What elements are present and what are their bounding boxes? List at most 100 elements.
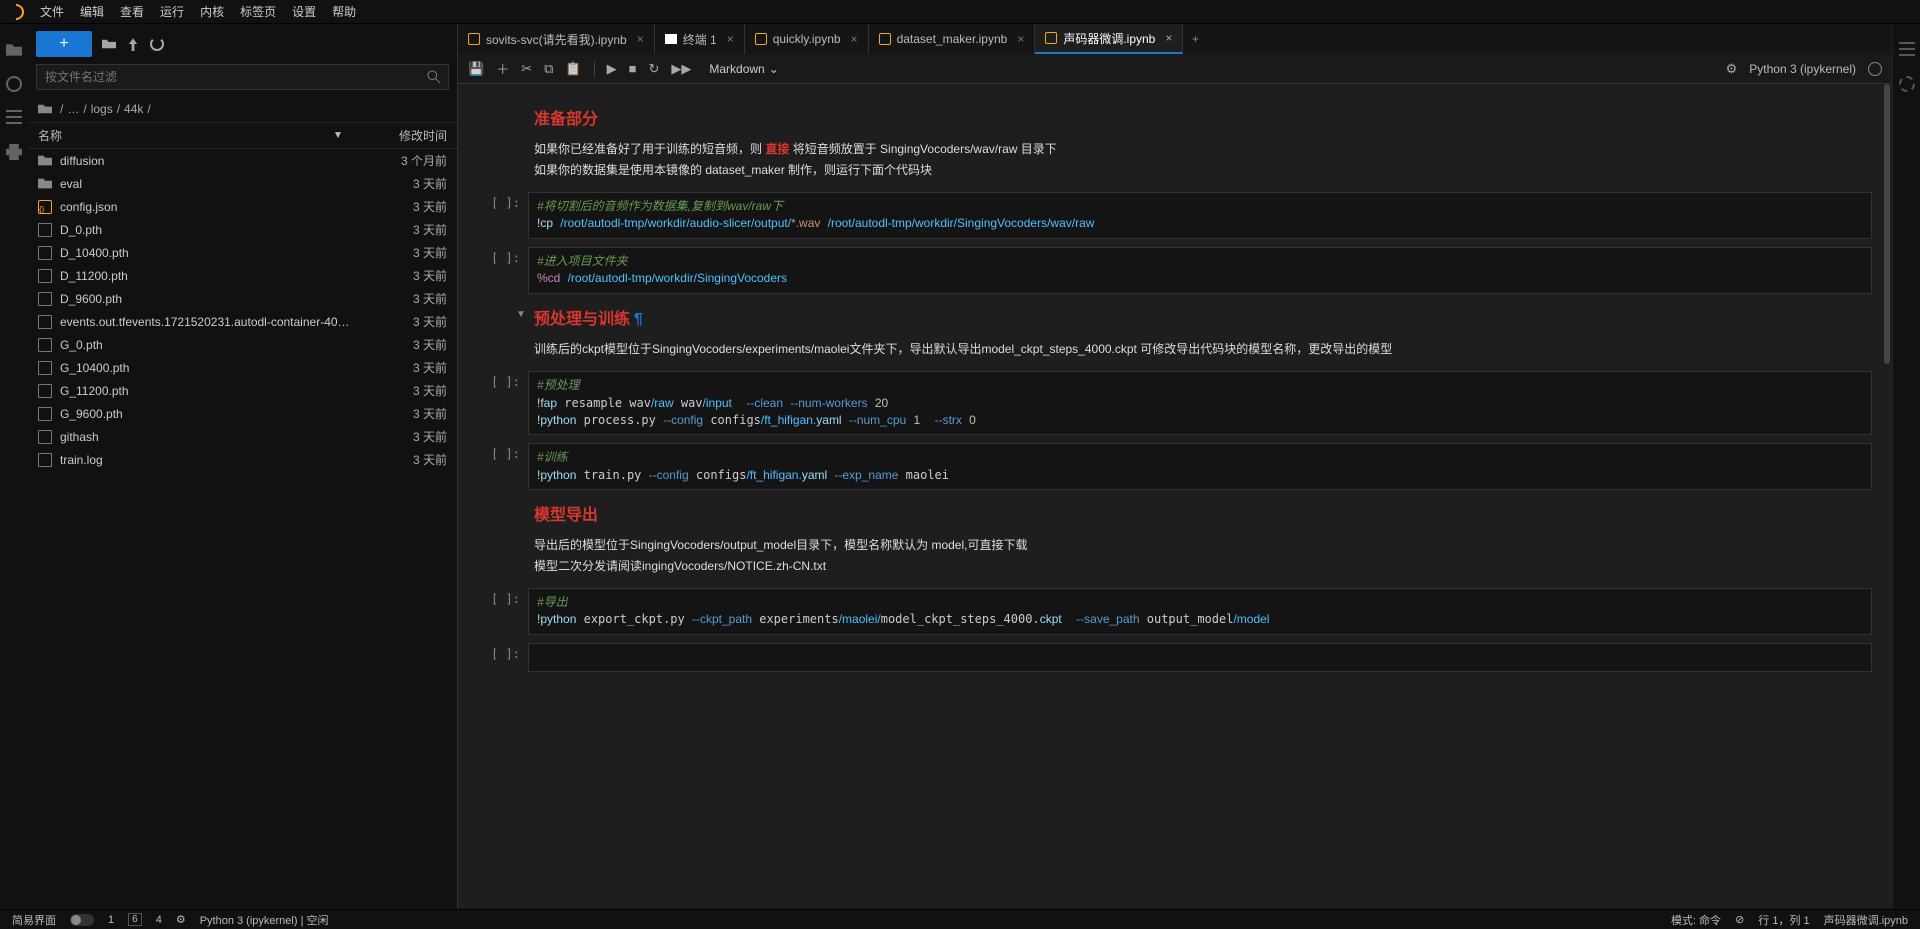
code-editor[interactable]: #训练 !python train.py --config configs/ft… — [528, 443, 1872, 490]
file-mod: 3 天前 — [351, 198, 447, 215]
file-row[interactable]: G_11200.pth3 天前 — [28, 379, 457, 402]
code-cell[interactable]: [ ]: #训练 !python train.py --config confi… — [468, 443, 1872, 490]
file-row[interactable]: events.out.tfevents.1721520231.autodl-co… — [28, 310, 457, 333]
close-icon[interactable]: × — [1017, 32, 1024, 46]
breadcrumb[interactable]: / …/ logs/ 44k/ — [28, 96, 457, 122]
menu-settings[interactable]: 设置 — [292, 3, 316, 20]
status-kernel[interactable]: Python 3 (ipykernel) | 空闲 — [200, 912, 329, 928]
status-simple[interactable]: 简易界面 — [12, 912, 56, 928]
file-row[interactable]: eval3 天前 — [28, 172, 457, 195]
cut-icon[interactable]: ✂ — [521, 61, 532, 77]
collapse-icon[interactable]: ▼ — [516, 306, 526, 323]
simple-toggle[interactable] — [70, 914, 94, 926]
restart-icon[interactable]: ↻ — [648, 61, 659, 77]
file-name: config.json — [60, 200, 351, 214]
new-folder-icon[interactable] — [102, 37, 116, 51]
file-mod: 3 天前 — [351, 428, 447, 445]
stop-icon[interactable]: ■ — [629, 61, 637, 76]
notebook[interactable]: 准备部分 如果你已经准备好了用于训练的短音频，则 直接 将短音频放置于 Sing… — [458, 84, 1892, 909]
code-cell[interactable]: [ ]: #导出 !python export_ckpt.py --ckpt_p… — [468, 588, 1872, 635]
menu-kernel[interactable]: 内核 — [200, 3, 224, 20]
paste-icon[interactable]: 📋 — [565, 61, 581, 77]
status-bar: 简易界面 1 6 4 ⚙ Python 3 (ipykernel) | 空闲 模… — [0, 909, 1920, 929]
filter-input[interactable] — [36, 64, 449, 90]
upload-icon[interactable] — [126, 37, 140, 51]
menu-file[interactable]: 文件 — [40, 3, 64, 20]
menu-run[interactable]: 运行 — [160, 3, 184, 20]
scrollbar-thumb[interactable] — [1884, 84, 1890, 364]
status-count1: 1 — [108, 914, 114, 926]
menu-tabs[interactable]: 标签页 — [240, 3, 276, 20]
run-icon[interactable]: ▶ — [607, 61, 617, 77]
refresh-icon[interactable] — [150, 37, 164, 51]
file-mod: 3 天前 — [351, 244, 447, 261]
extensions-icon[interactable] — [6, 144, 22, 160]
code-cell[interactable]: [ ]: #将切割后的音频作为数据集,复制到wav/raw下 !cp /root… — [468, 192, 1872, 239]
chevron-down-icon: ⌄ — [769, 62, 779, 76]
code-editor[interactable]: #导出 !python export_ckpt.py --ckpt_path e… — [528, 588, 1872, 635]
toc-icon[interactable] — [6, 110, 22, 126]
file-mod: 3 天前 — [351, 359, 447, 376]
menu-edit[interactable]: 编辑 — [80, 3, 104, 20]
sort-arrow-icon: ▴ — [335, 129, 341, 143]
tab[interactable]: sovits-svc(请先看我).ipynb× — [458, 24, 655, 54]
tab[interactable]: 声码器微调.ipynb× — [1035, 24, 1183, 54]
menu-help[interactable]: 帮助 — [332, 3, 356, 20]
code-cell[interactable]: [ ]: #预处理 !fap resample wav/raw wav/inpu… — [468, 371, 1872, 435]
close-icon[interactable]: × — [637, 32, 644, 46]
code-editor[interactable]: #进入项目文件夹 %cd /root/autodl-tmp/workdir/Si… — [528, 247, 1872, 294]
status-gear-icon[interactable]: ⚙ — [176, 913, 186, 926]
file-row[interactable]: G_0.pth3 天前 — [28, 333, 457, 356]
code-editor[interactable]: #预处理 !fap resample wav/raw wav/input --c… — [528, 371, 1872, 435]
kernel-name[interactable]: Python 3 (ipykernel) — [1749, 62, 1856, 76]
file-row[interactable]: D_9600.pth3 天前 — [28, 287, 457, 310]
running-icon[interactable] — [6, 76, 22, 92]
file-row[interactable]: D_11200.pth3 天前 — [28, 264, 457, 287]
tab[interactable]: 终端 1× — [655, 24, 745, 54]
close-icon[interactable]: × — [727, 32, 734, 46]
file-row[interactable]: githash3 天前 — [28, 425, 457, 448]
bug-icon[interactable]: ⚙ — [1726, 61, 1738, 77]
file-row[interactable]: train.log3 天前 — [28, 448, 457, 471]
close-icon[interactable]: × — [851, 32, 858, 46]
insert-cell-icon[interactable]: ＋ — [496, 59, 509, 78]
file-row[interactable]: G_10400.pth3 天前 — [28, 356, 457, 379]
file-mod: 3 天前 — [351, 175, 447, 192]
save-icon[interactable]: 💾 — [468, 61, 484, 77]
file-row[interactable]: D_0.pth3 天前 — [28, 218, 457, 241]
file-name: G_11200.pth — [60, 384, 351, 398]
file-row[interactable]: G_9600.pth3 天前 — [28, 402, 457, 425]
tab[interactable]: quickly.ipynb× — [745, 24, 869, 54]
inspector-icon[interactable] — [1899, 42, 1915, 58]
files-icon[interactable] — [6, 42, 22, 58]
notification-icon[interactable]: ⊘ — [1735, 913, 1744, 926]
md-text: 导出后的模型位于SingingVocoders/output_model目录下，… — [534, 535, 1872, 555]
file-mod: 3 天前 — [351, 451, 447, 468]
jupyter-logo — [5, 0, 28, 23]
cell-type-label: Markdown — [709, 62, 764, 76]
crumb-3[interactable]: 44k — [124, 102, 143, 116]
crumb-2[interactable]: logs — [91, 102, 113, 116]
menu-view[interactable]: 查看 — [120, 3, 144, 20]
code-editor[interactable] — [528, 643, 1872, 672]
crumb-1[interactable]: … — [67, 102, 79, 116]
close-icon[interactable]: × — [1165, 31, 1172, 45]
file-row[interactable]: diffusion3 个月前 — [28, 149, 457, 172]
fast-forward-icon[interactable]: ▶▶ — [671, 61, 691, 77]
tab[interactable]: dataset_maker.ipynb× — [869, 24, 1036, 54]
heading-preprocess: 预处理与训练¶ — [534, 306, 1872, 333]
cell-type-select[interactable]: Markdown ⌄ — [703, 60, 784, 78]
new-launcher-button[interactable]: + — [36, 31, 92, 57]
code-cell[interactable]: [ ]: #进入项目文件夹 %cd /root/autodl-tmp/workd… — [468, 247, 1872, 294]
code-cell[interactable]: [ ]: — [468, 643, 1872, 672]
settings-icon[interactable] — [1899, 76, 1915, 92]
col-name[interactable]: 名称 — [38, 127, 335, 144]
tab-add[interactable]: + — [1183, 24, 1207, 54]
file-row[interactable]: {}config.json3 天前 — [28, 195, 457, 218]
file-row[interactable]: D_10400.pth3 天前 — [28, 241, 457, 264]
code-editor[interactable]: #将切割后的音频作为数据集,复制到wav/raw下 !cp /root/auto… — [528, 192, 1872, 239]
copy-icon[interactable]: ⧉ — [544, 61, 553, 77]
file-mod: 3 天前 — [351, 221, 447, 238]
md-text: 训练后的ckpt模型位于SingingVocoders/experiments/… — [534, 339, 1872, 359]
col-modified[interactable]: 修改时间 — [351, 127, 447, 144]
